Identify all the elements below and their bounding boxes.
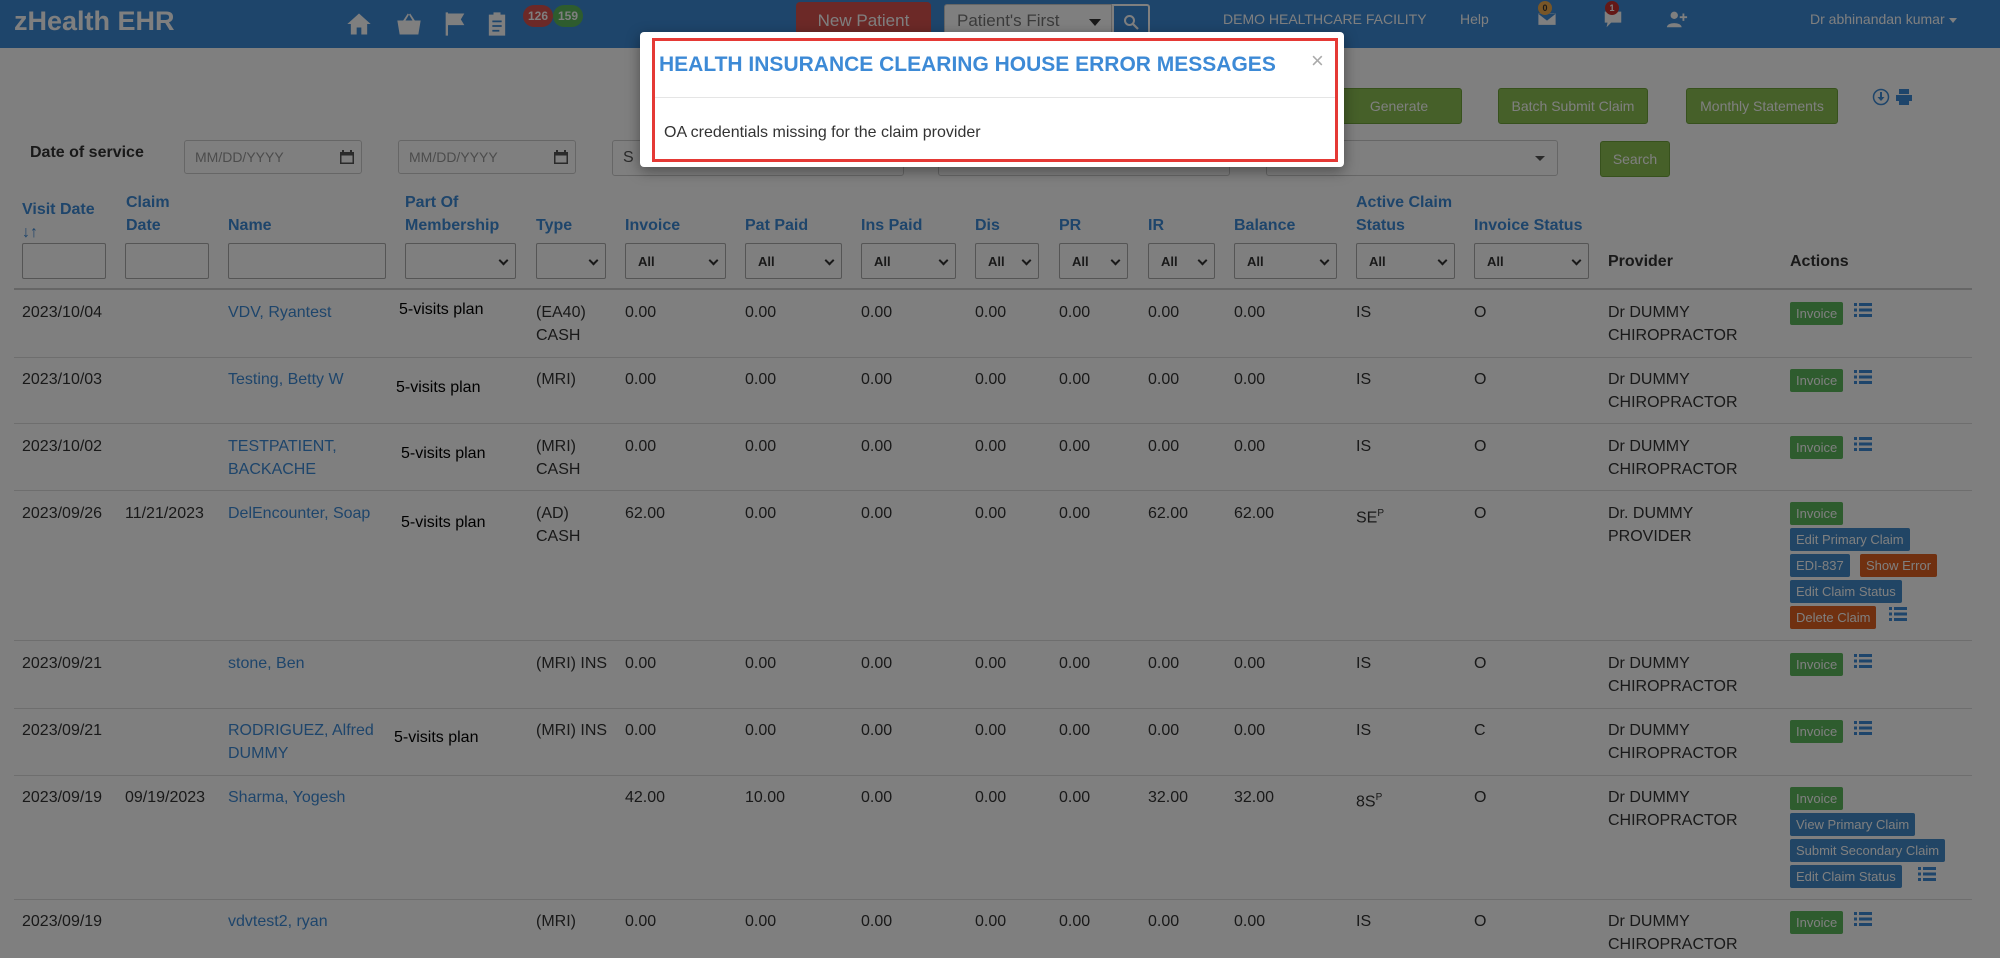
modal-error-message: OA credentials missing for the claim pro… (664, 124, 981, 141)
modal-divider (655, 97, 1335, 98)
modal-title: HEALTH INSURANCE CLEARING HOUSE ERROR ME… (659, 53, 1276, 76)
close-icon[interactable]: × (1311, 50, 1324, 72)
